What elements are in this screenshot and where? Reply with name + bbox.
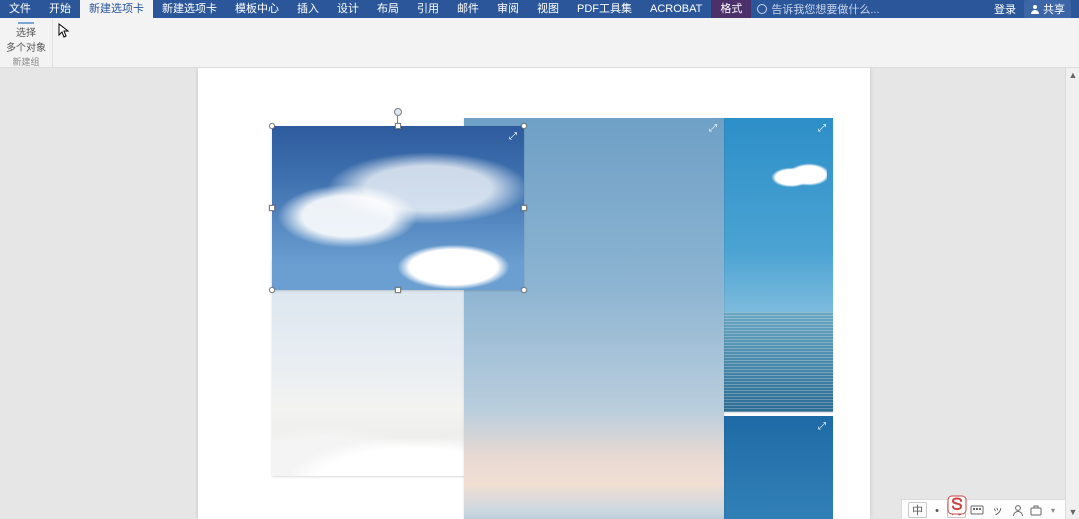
select-label-2: 多个对象 [6,39,46,54]
tab-review[interactable]: 审阅 [488,0,528,18]
tab-view[interactable]: 视图 [528,0,568,18]
rotate-handle[interactable] [394,108,402,116]
keyboard-icon[interactable] [970,503,984,517]
scroll-down-button[interactable]: ▼ [1066,505,1079,519]
tab-references[interactable]: 引用 [408,0,448,18]
resize-handle-w[interactable] [269,205,275,211]
ribbon-tabbar: 文件 开始 新建选项卡 新建选项卡 模板中心 插入 设计 布局 引用 邮件 审阅… [0,0,1079,18]
tab-design[interactable]: 设计 [328,0,368,18]
login-link[interactable]: 登录 [994,1,1016,17]
toolbox-icon[interactable] [1029,503,1043,517]
titlebar-right: 登录 共享 [994,0,1079,18]
resize-handle-sw[interactable] [269,287,275,293]
expand-icon: ⤢ [708,124,718,134]
person-icon [1030,4,1040,14]
document-page[interactable]: ⤢ ⤢ ⤢ ⤢ ⤢ [198,68,870,519]
tell-me-placeholder: 告诉我您想要做什么... [771,1,879,17]
ime-sogou-icon[interactable] [947,495,967,515]
tab-custom1[interactable]: 新建选项卡 [80,0,153,18]
image-sky-clouds-selected[interactable]: ⤢ [272,126,524,290]
tab-layout[interactable]: 布局 [368,0,408,18]
resize-handle-e[interactable] [521,205,527,211]
resize-handle-nw[interactable] [269,123,275,129]
tab-mailings[interactable]: 邮件 [448,0,488,18]
tab-home[interactable]: 开始 [40,0,80,18]
tab-custom2[interactable]: 新建选项卡 [153,0,226,18]
ribbon-group-select: 选择 多个对象 新建组 [0,18,53,67]
tab-file[interactable]: 文件 [0,0,40,18]
expand-icon: ⤢ [508,132,518,142]
tab-template-center[interactable]: 模板中心 [226,0,288,18]
share-label: 共享 [1043,1,1065,17]
cloud-decoration [767,162,827,190]
image-sea-horizon[interactable]: ⤢ [724,118,833,412]
share-button[interactable]: 共享 [1024,0,1071,18]
ime-lang-button[interactable]: 中 [908,502,927,518]
ime-more-button[interactable]: ▾ [1047,502,1059,518]
scroll-up-button[interactable]: ▲ [1066,68,1079,82]
tab-acrobat[interactable]: ACROBAT [641,0,711,18]
resize-handle-n[interactable] [395,123,401,129]
mouse-cursor-icon [58,23,70,39]
expand-icon: ⤢ [817,422,827,432]
tell-me-search[interactable]: 告诉我您想要做什么... [751,0,885,18]
select-label-1: 选择 [16,24,36,39]
resize-handle-se[interactable] [521,287,527,293]
expand-icon: ⤢ [817,124,827,134]
vertical-scrollbar[interactable]: ▲ ▼ [1065,68,1079,519]
ribbon-group-label: 新建组 [12,55,39,68]
resize-handle-ne[interactable] [521,123,527,129]
ime-punct-button[interactable]: • [931,502,943,518]
lightbulb-icon [757,4,767,14]
tab-insert[interactable]: 插入 [288,0,328,18]
tab-picture-format[interactable]: 格式 [711,0,751,18]
ime-emoji-button[interactable]: ッ [988,502,1007,518]
person-outline-icon[interactable] [1011,503,1025,517]
tab-pdf-tools[interactable]: PDF工具集 [568,0,641,18]
ime-status-bar: 中 • 简 ッ ▾ [901,499,1065,519]
resize-handle-s[interactable] [395,287,401,293]
ribbon: 选择 多个对象 新建组 [0,18,1079,68]
image-deep-blue-partial[interactable]: ⤢ [724,416,833,519]
document-workarea[interactable]: ⤢ ⤢ ⤢ ⤢ ⤢ ▲ ▼ [0,68,1079,519]
